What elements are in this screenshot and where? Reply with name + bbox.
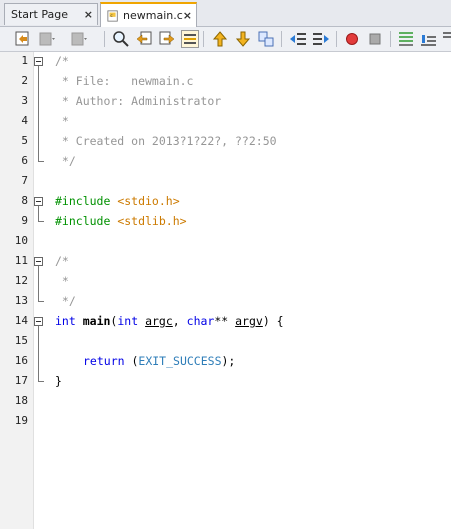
- code-line-8[interactable]: #include <stdio.h>: [55, 194, 180, 208]
- include-header: <stdio.h>: [117, 194, 180, 208]
- keyword: int: [117, 314, 139, 328]
- uncomment-icon[interactable]: [441, 30, 451, 48]
- punctuation: ) {: [262, 314, 284, 328]
- code-line-9[interactable]: #include <stdlib.h>: [55, 214, 187, 228]
- find-next-icon[interactable]: [158, 30, 176, 48]
- code-line-12[interactable]: *: [55, 274, 69, 288]
- forward-icon[interactable]: [70, 30, 88, 48]
- line-number: 7: [21, 174, 28, 187]
- next-bookmark-icon[interactable]: [234, 30, 252, 48]
- fold-end: [38, 301, 44, 302]
- tab-start-page[interactable]: Start Page ×: [4, 3, 98, 25]
- last-edit-icon[interactable]: [14, 30, 32, 48]
- stop-macro-icon[interactable]: [366, 30, 384, 48]
- punctuation: );: [221, 354, 236, 368]
- line-number: 15: [14, 334, 28, 347]
- toggle-bookmark-icon[interactable]: [257, 30, 275, 48]
- punctuation: ,: [172, 314, 187, 328]
- line-number: 6: [21, 154, 28, 167]
- code-line-4[interactable]: *: [55, 114, 69, 128]
- macro-name: EXIT_SUCCESS: [138, 354, 222, 368]
- fold-line: [38, 206, 39, 222]
- toolbar-separator: [390, 31, 391, 47]
- shift-right-icon[interactable]: [312, 30, 330, 48]
- code-line-13[interactable]: */: [55, 294, 76, 308]
- line-number: 14: [14, 314, 28, 327]
- close-icon[interactable]: ×: [183, 9, 192, 22]
- line-number: 10: [14, 234, 28, 247]
- code-line-14[interactable]: int main(int argc, char** argv) {: [55, 314, 284, 328]
- close-icon[interactable]: ×: [84, 8, 93, 21]
- include-header: <stdlib.h>: [117, 214, 187, 228]
- line-number: 3: [21, 94, 28, 107]
- fold-line: [38, 66, 39, 162]
- parameter: argc: [145, 314, 173, 328]
- back-icon[interactable]: [38, 30, 56, 48]
- code-line-16[interactable]: return (EXIT_SUCCESS);: [83, 354, 235, 368]
- punctuation: **: [214, 314, 236, 328]
- code-line-17[interactable]: }: [55, 374, 62, 388]
- fold-end: [38, 161, 44, 162]
- line-number: 17: [14, 374, 28, 387]
- parameter: argv: [235, 314, 263, 328]
- keyword: int: [55, 314, 76, 328]
- toolbar-separator: [203, 31, 204, 47]
- fold-end: [38, 381, 44, 382]
- toolbar-separator: [336, 31, 337, 47]
- toggle-highlight-icon[interactable]: [181, 30, 199, 48]
- keyword: char: [186, 314, 215, 328]
- line-number: 11: [14, 254, 28, 267]
- line-number: 1: [21, 54, 28, 67]
- tab-newmain-c[interactable]: c newmain.c ×: [100, 2, 197, 27]
- code-line-2[interactable]: * File: newmain.c: [55, 74, 194, 88]
- line-number: 12: [14, 274, 28, 287]
- fold-end: [38, 221, 44, 222]
- tab-label: Start Page: [11, 8, 68, 21]
- fold-collapse-icon[interactable]: [34, 317, 43, 326]
- line-number: 9: [21, 214, 28, 227]
- toolbar-separator: [281, 31, 282, 47]
- line-number: 16: [14, 354, 28, 367]
- code-line-3[interactable]: * Author: Administrator: [55, 94, 221, 108]
- comment-icon[interactable]: [419, 30, 437, 48]
- punctuation: (: [124, 354, 139, 368]
- start-macro-icon[interactable]: [343, 30, 361, 48]
- line-number: 4: [21, 114, 28, 127]
- c-file-icon: c: [107, 9, 118, 22]
- fold-collapse-icon[interactable]: [34, 257, 43, 266]
- fold-line: [38, 326, 39, 382]
- line-number: 2: [21, 74, 28, 87]
- toolbar-separator: [104, 31, 105, 47]
- find-icon[interactable]: [112, 30, 130, 48]
- code-line-1[interactable]: /*: [55, 54, 69, 68]
- line-number: 18: [14, 394, 28, 407]
- line-icon[interactable]: [397, 30, 415, 48]
- fold-line: [38, 266, 39, 302]
- find-previous-icon[interactable]: [135, 30, 153, 48]
- function-name: main: [82, 314, 111, 328]
- previous-bookmark-icon[interactable]: [211, 30, 229, 48]
- keyword: return: [83, 354, 125, 368]
- editor-tab-bar: Start Page × c newmain.c ×: [0, 0, 451, 27]
- code-line-11[interactable]: /*: [55, 254, 69, 268]
- line-number: 19: [14, 414, 28, 427]
- line-number: 13: [14, 294, 28, 307]
- tab-label: newmain.c: [123, 9, 183, 22]
- fold-collapse-icon[interactable]: [34, 197, 43, 206]
- code-line-6[interactable]: */: [55, 154, 76, 168]
- preprocessor-directive: #include: [55, 194, 118, 208]
- fold-collapse-icon[interactable]: [34, 57, 43, 66]
- shift-left-icon[interactable]: [289, 30, 307, 48]
- editor-toolbar: [0, 27, 451, 52]
- line-number: 5: [21, 134, 28, 147]
- line-number: 8: [21, 194, 28, 207]
- preprocessor-directive: #include: [55, 214, 118, 228]
- code-line-5[interactable]: * Created on 2013?1?22?, ??2:50: [55, 134, 277, 148]
